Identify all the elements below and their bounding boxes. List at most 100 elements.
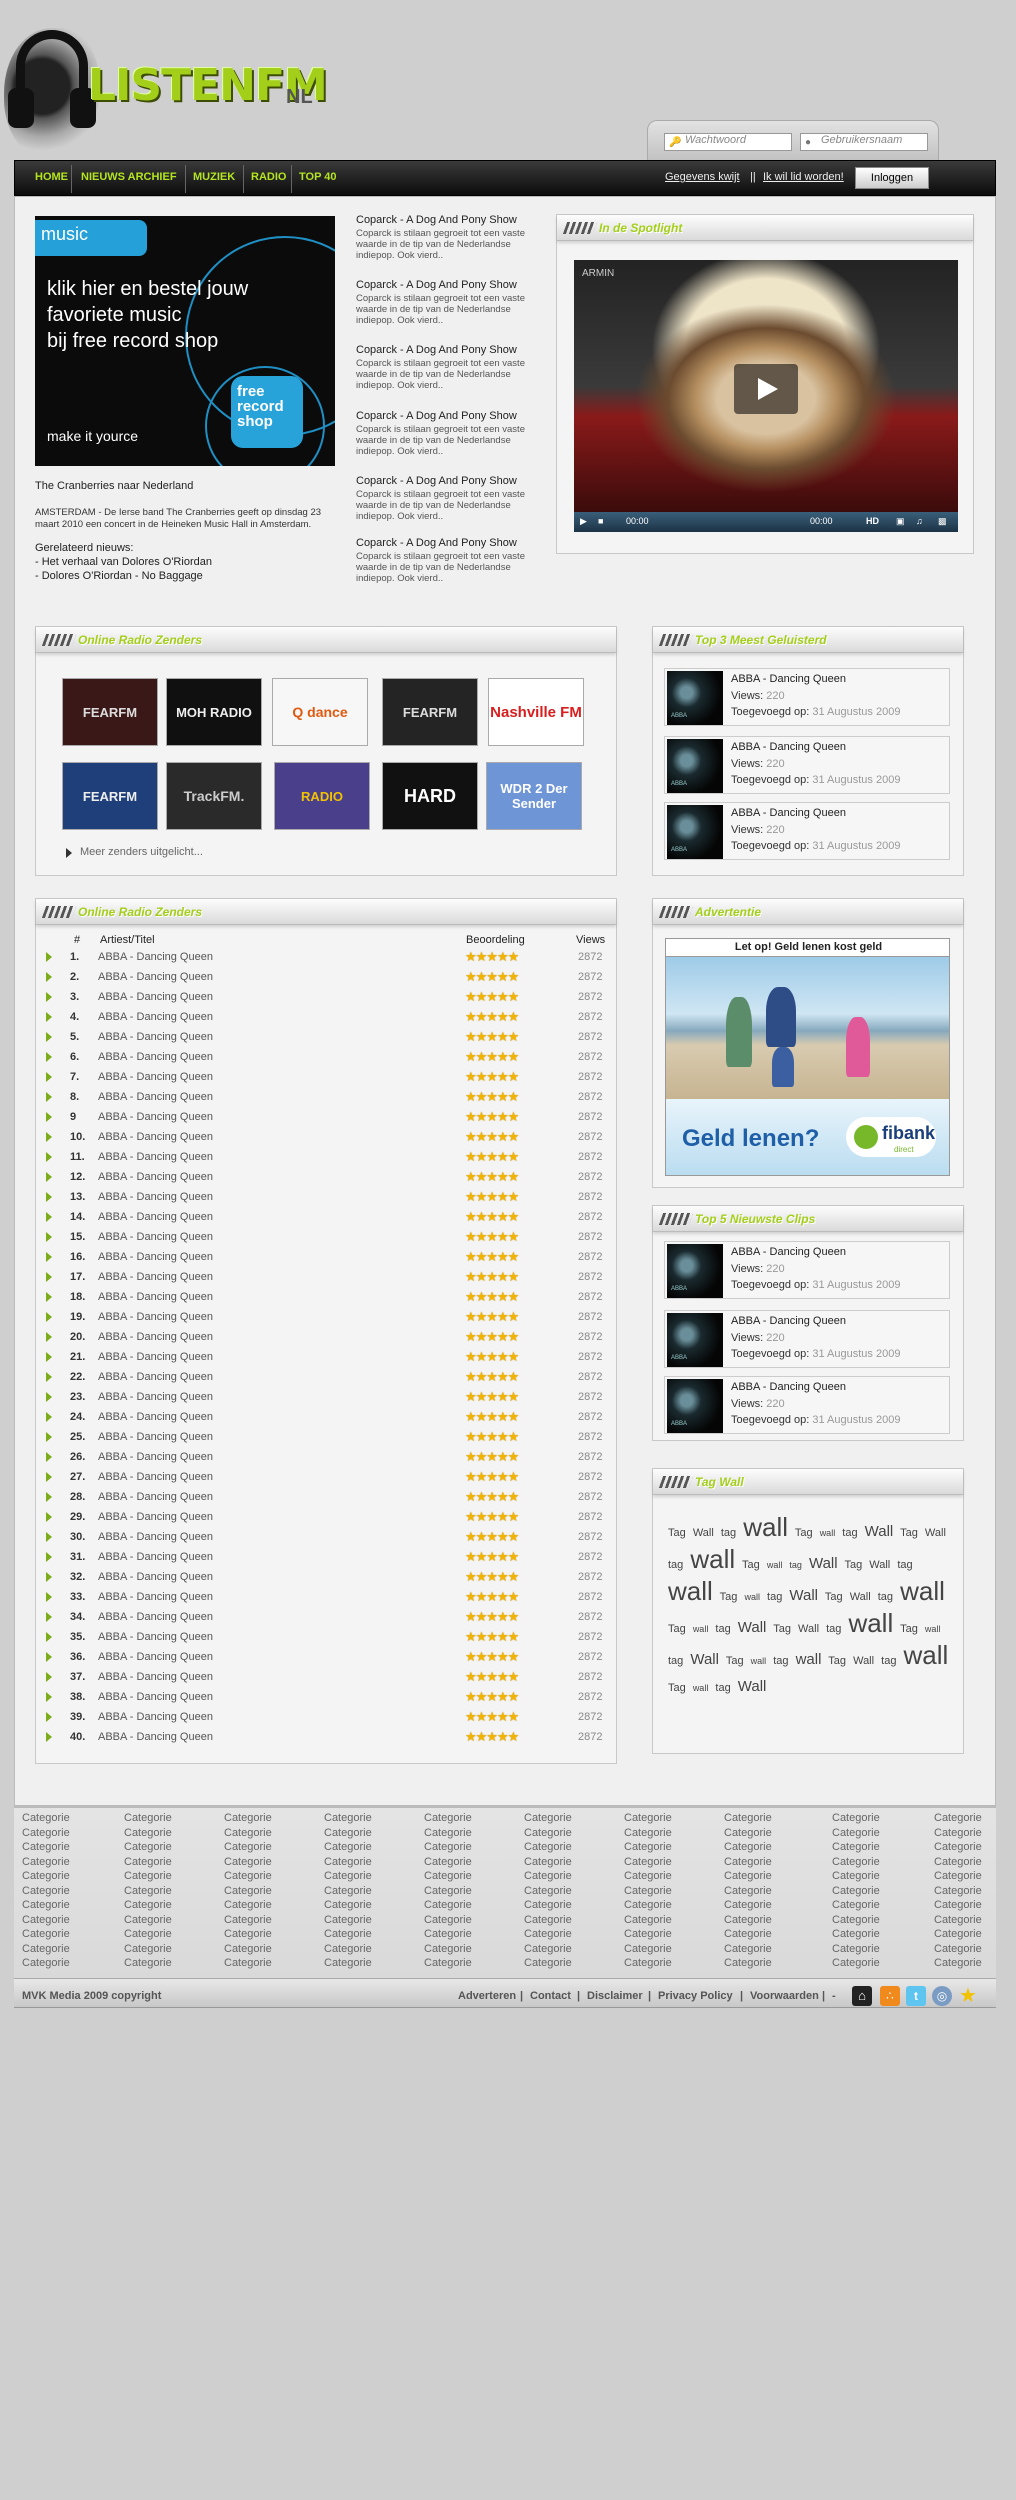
tag-link[interactable]: Wall [690,1651,719,1668]
rating-stars[interactable]: ★★★★★ [465,1089,519,1105]
rating-stars[interactable]: ★★★★★ [465,989,519,1005]
home-icon[interactable]: ⌂ [852,1986,872,2006]
chart-row[interactable]: 14. ABBA - Dancing Queen ★★★★★ 2872 [40,1208,610,1228]
chart-row[interactable]: 36. ABBA - Dancing Queen ★★★★★ 2872 [40,1648,610,1668]
related-news-link[interactable]: - Het verhaal van Dolores O'Riordan [35,556,212,568]
footer-category-link[interactable]: Categorie [624,1827,672,1839]
password-input[interactable]: 🔑 Wachtwoord [664,133,792,151]
clip-item[interactable]: ABBA - Dancing Queen Views: 220 Toegevoe… [664,668,950,726]
footer-category-link[interactable]: Categorie [324,1928,372,1940]
username-input[interactable]: ● Gebruikersnaam [800,133,928,151]
chart-track-title[interactable]: ABBA - Dancing Queen [98,1151,213,1163]
footer-category-link[interactable]: Categorie [424,1856,472,1868]
tag-link[interactable]: wall [900,1576,945,1606]
chart-row[interactable]: 12. ABBA - Dancing Queen ★★★★★ 2872 [40,1168,610,1188]
chart-row[interactable]: 21. ABBA - Dancing Queen ★★★★★ 2872 [40,1348,610,1368]
footer-category-link[interactable]: Categorie [224,1812,272,1824]
footer-category-link[interactable]: Categorie [124,1812,172,1824]
footer-category-link[interactable]: Categorie [124,1827,172,1839]
chart-row[interactable]: 8. ABBA - Dancing Queen ★★★★★ 2872 [40,1088,610,1108]
tag-link[interactable]: Wall [789,1587,818,1604]
footer-category-link[interactable]: Categorie [124,1885,172,1897]
footer-category-link[interactable]: Categorie [624,1856,672,1868]
chart-track-title[interactable]: ABBA - Dancing Queen [98,1351,213,1363]
chart-track-title[interactable]: ABBA - Dancing Queen [98,1591,213,1603]
tag-link[interactable]: tag [721,1527,736,1539]
chart-track-title[interactable]: ABBA - Dancing Queen [98,1411,213,1423]
footer-category-link[interactable]: Categorie [832,1957,880,1969]
register-link[interactable]: Ik wil lid worden! [763,171,844,183]
chart-track-title[interactable]: ABBA - Dancing Queen [98,951,213,963]
tag-link[interactable]: Tag [828,1655,846,1667]
tag-link[interactable]: Tag [773,1623,791,1635]
tag-link[interactable]: tag [842,1527,857,1539]
footer-category-link[interactable]: Categorie [424,1899,472,1911]
chart-row[interactable]: 37. ABBA - Dancing Queen ★★★★★ 2872 [40,1668,610,1688]
footer-category-link[interactable]: Categorie [524,1885,572,1897]
chart-row[interactable]: 31. ABBA - Dancing Queen ★★★★★ 2872 [40,1548,610,1568]
footer-category-link[interactable]: Categorie [724,1957,772,1969]
footer-category-link[interactable]: Categorie [424,1841,472,1853]
footer-category-link[interactable]: Categorie [124,1957,172,1969]
footer-category-link[interactable]: Categorie [832,1856,880,1868]
chart-track-title[interactable]: ABBA - Dancing Queen [98,1031,213,1043]
footer-category-link[interactable]: Categorie [324,1870,372,1882]
footer-category-link[interactable]: Categorie [224,1841,272,1853]
footer-category-link[interactable]: Categorie [424,1914,472,1926]
footer-category-link[interactable]: Categorie [724,1856,772,1868]
footer-category-link[interactable]: Categorie [724,1914,772,1926]
station-logo-hard[interactable]: HARD [382,762,478,830]
chart-row[interactable]: 40. ABBA - Dancing Queen ★★★★★ 2872 [40,1728,610,1748]
chart-track-title[interactable]: ABBA - Dancing Queen [98,1091,213,1103]
tag-link[interactable]: Wall [850,1591,871,1603]
star-favorite-icon[interactable]: ★ [958,1986,978,2006]
rating-stars[interactable]: ★★★★★ [465,1229,519,1245]
footer-category-link[interactable]: Categorie [224,1827,272,1839]
rating-stars[interactable]: ★★★★★ [465,1729,519,1745]
footer-category-link[interactable]: Categorie [832,1827,880,1839]
rating-stars[interactable]: ★★★★★ [465,1509,519,1525]
chart-track-title[interactable]: ABBA - Dancing Queen [98,1171,213,1183]
chart-track-title[interactable]: ABBA - Dancing Queen [98,1011,213,1023]
chart-row[interactable]: 38. ABBA - Dancing Queen ★★★★★ 2872 [40,1688,610,1708]
chart-row[interactable]: 16. ABBA - Dancing Queen ★★★★★ 2872 [40,1248,610,1268]
station-logo-trackfm[interactable]: TrackFM. [166,762,262,830]
tag-link[interactable]: Wall [869,1559,890,1571]
footer-category-link[interactable]: Categorie [832,1943,880,1955]
rating-stars[interactable]: ★★★★★ [465,1649,519,1665]
footer-category-link[interactable]: Categorie [22,1870,70,1882]
footer-link-advertise[interactable]: Adverteren [458,1990,516,2002]
tag-link[interactable]: Wall [738,1678,767,1695]
footer-category-link[interactable]: Categorie [624,1899,672,1911]
footer-category-link[interactable]: Categorie [424,1885,472,1897]
footer-category-link[interactable]: Categorie [424,1870,472,1882]
station-logo-fearfm-2[interactable]: FEARFM [382,678,478,746]
chart-row[interactable]: 33. ABBA - Dancing Queen ★★★★★ 2872 [40,1588,610,1608]
rss-icon[interactable]: ∴ [880,1986,900,2006]
chart-track-title[interactable]: ABBA - Dancing Queen [98,1371,213,1383]
nav-news-archive[interactable]: NIEUWS ARCHIEF [81,171,177,183]
tag-link[interactable]: wall [743,1512,788,1542]
tag-link[interactable]: wall [925,1624,941,1634]
article-item[interactable]: Coparck - A Dog And Pony Show Coparck is… [356,279,546,326]
rating-stars[interactable]: ★★★★★ [465,1329,519,1345]
footer-category-link[interactable]: Categorie [934,1928,982,1940]
chart-row[interactable]: 11. ABBA - Dancing Queen ★★★★★ 2872 [40,1148,610,1168]
nav-radio[interactable]: RADIO [251,171,286,183]
nav-music[interactable]: MUZIEK [193,171,235,183]
tag-link[interactable]: tag [878,1591,893,1603]
chart-track-title[interactable]: ABBA - Dancing Queen [98,1571,213,1583]
footer-category-link[interactable]: Categorie [22,1812,70,1824]
chart-row[interactable]: 27. ABBA - Dancing Queen ★★★★★ 2872 [40,1468,610,1488]
chart-track-title[interactable]: ABBA - Dancing Queen [98,1251,213,1263]
chart-track-title[interactable]: ABBA - Dancing Queen [98,1191,213,1203]
tag-link[interactable]: Tag [720,1591,738,1603]
footer-category-link[interactable]: Categorie [324,1885,372,1897]
tag-link[interactable]: Tag [668,1682,686,1694]
tag-link[interactable]: Wall [693,1527,714,1539]
footer-category-link[interactable]: Categorie [324,1957,372,1969]
clip-item[interactable]: ABBA - Dancing Queen Views: 220 Toegevoe… [664,1310,950,1368]
footer-category-link[interactable]: Categorie [22,1856,70,1868]
rating-stars[interactable]: ★★★★★ [465,1029,519,1045]
chart-track-title[interactable]: ABBA - Dancing Queen [98,1071,213,1083]
